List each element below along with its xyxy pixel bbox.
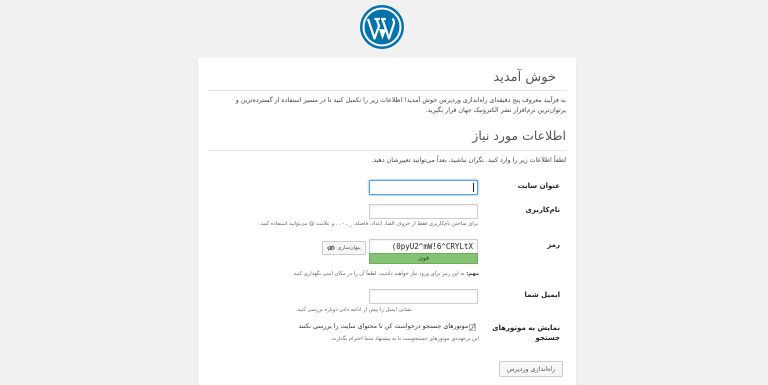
welcome-text: به فرآیند معروف پنج دقیقه‌ای راه‌اندازی … — [235, 97, 566, 115]
password-hint: مهم: به این رمز برای ورود نیاز خواهید دا… — [292, 271, 479, 277]
password-input[interactable]: (0pyU2^mW!6^CRYLtX — [369, 239, 478, 254]
discourage-search-label[interactable]: از موتورهای جستجو درخواست کن تا محتوای س… — [299, 323, 475, 330]
search-visibility-label-line1: نمایش به موتورهای — [492, 324, 560, 332]
site-title-input[interactable] — [369, 180, 478, 195]
username-hint: برای ساختن نام‌کاربری فقط از حروف الفبا،… — [259, 221, 478, 227]
hide-password-button[interactable]: پنهان‌سازی — [322, 241, 366, 255]
required-info-title: اطلاعات مورد نیاز — [472, 128, 566, 143]
search-visibility-hint: این برعهده‌ی موتورهای جستجوست تا به پیشن… — [330, 336, 479, 342]
email-input[interactable] — [369, 289, 478, 304]
divider — [208, 150, 566, 151]
email-label: ایمیل شما — [524, 291, 560, 299]
password-label: رمز — [547, 241, 560, 249]
email-hint: نشانی ایمیل را پیش از ادامه دادن دوباره … — [295, 307, 412, 313]
search-visibility-label-line2: جستجو — [535, 334, 560, 342]
wordpress-logo-icon[interactable] — [359, 4, 405, 50]
site-title-label: عنوان سایت — [517, 182, 560, 190]
divider — [208, 90, 566, 91]
required-info-text: لطفاً اطلاعات زیر را وارد کنید. نگران نب… — [371, 157, 566, 164]
username-label: نام‌کاربری — [525, 206, 560, 214]
password-strength-meter: قوی — [369, 253, 478, 264]
install-card: خوش آمدید به فرآیند معروف پنج دقیقه‌ای ر… — [198, 58, 576, 385]
eye-slash-icon — [327, 245, 336, 251]
username-input[interactable] — [369, 204, 478, 219]
welcome-title: خوش آمدید — [493, 70, 556, 85]
text-caret — [473, 183, 474, 192]
install-wordpress-button[interactable]: راه‌اندازی وردپرس — [499, 361, 563, 377]
